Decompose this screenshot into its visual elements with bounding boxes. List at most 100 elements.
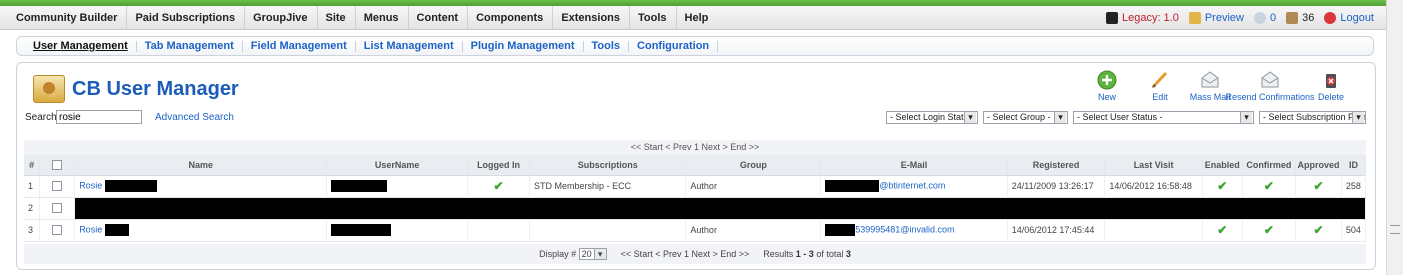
menu-components[interactable]: Components [468, 6, 554, 30]
row-enabled[interactable]: ✔ [1202, 175, 1243, 198]
users-count: 36 [1302, 12, 1315, 24]
row-checkbox[interactable] [52, 225, 63, 236]
redacted-block [331, 224, 392, 236]
row-last-visit: 14/06/2012 16:58:48 [1104, 175, 1203, 198]
submenu-configuration[interactable]: Configuration [629, 40, 719, 52]
row-checkbox[interactable] [52, 203, 63, 214]
submenu-plugin-management[interactable]: Plugin Management [463, 40, 584, 52]
check-icon: ✔ [493, 179, 504, 193]
results-of: of total [816, 249, 844, 259]
login-state-select[interactable]: - Select Login State - [886, 111, 978, 124]
search-label: Search: [25, 112, 60, 123]
messages-icon [1253, 12, 1266, 24]
menu-tools[interactable]: Tools [630, 6, 677, 30]
menu-extensions[interactable]: Extensions [553, 6, 630, 30]
row-enabled[interactable]: ✔ [1202, 219, 1243, 242]
legacy-link[interactable]: Legacy: 1.0 [1122, 12, 1179, 24]
subscription-plan-select[interactable]: - Select Subscription Plan - [1259, 111, 1366, 124]
check-icon: ✔ [1263, 223, 1274, 237]
edit-button-label: Edit [1152, 92, 1168, 102]
row-name-link[interactable]: Rosie [79, 180, 102, 190]
row-id: 258 [1341, 175, 1367, 198]
row-email-link[interactable]: 539995481@invalid.com [855, 224, 954, 234]
advanced-search-link[interactable]: Advanced Search [155, 112, 234, 123]
select-all-checkbox[interactable] [52, 160, 63, 171]
menu-menus[interactable]: Menus [356, 6, 409, 30]
users-table: # Name UserName Logged In Subscriptions … [24, 155, 1367, 242]
row-email-link[interactable]: @btinternet.com [879, 180, 945, 190]
row-registered: 24/11/2009 13:26:17 [1007, 175, 1106, 198]
mass-mail-icon [1201, 71, 1219, 88]
row-username-cell [326, 219, 469, 242]
group-select[interactable]: - Select Group - [983, 111, 1068, 124]
legacy-icon [1105, 12, 1118, 24]
col-approved[interactable]: Approved [1295, 155, 1342, 176]
submenu-tab-management[interactable]: Tab Management [137, 40, 243, 52]
col-enabled[interactable]: Enabled [1202, 155, 1243, 176]
submenu-user-management[interactable]: User Management [25, 40, 137, 52]
pager-bottom-nav[interactable]: << Start < Prev 1 Next > End >> [621, 249, 750, 259]
window-scrollbar[interactable] [1386, 0, 1403, 275]
col-subscriptions[interactable]: Subscriptions [529, 155, 687, 176]
row-checkbox-cell [39, 197, 76, 220]
menu-content[interactable]: Content [409, 6, 469, 30]
redacted-block [104, 224, 129, 236]
messages-count[interactable]: 0 [1270, 12, 1276, 24]
logout-link[interactable]: Logout [1340, 12, 1374, 24]
preview-icon [1188, 12, 1201, 24]
col-last-visit[interactable]: Last Visit [1104, 155, 1203, 176]
check-icon: ✔ [1217, 223, 1228, 237]
row-email-cell: 539995481@invalid.com [820, 219, 1008, 242]
menu-groupjive[interactable]: GroupJive [245, 6, 318, 30]
row-checkbox[interactable] [52, 181, 63, 192]
menu-community-builder[interactable]: Community Builder [8, 6, 128, 30]
submenu-field-management[interactable]: Field Management [243, 40, 356, 52]
logout-icon [1324, 12, 1337, 24]
row-approved[interactable]: ✔ [1295, 175, 1342, 198]
row-confirmed[interactable]: ✔ [1242, 175, 1297, 198]
submenu-list-management[interactable]: List Management [356, 40, 463, 52]
delete-button-label: Delete [1317, 92, 1344, 102]
results-summary: Results 1 - 3 of total 3 [763, 249, 851, 259]
submenu-tools[interactable]: Tools [584, 40, 630, 52]
col-registered[interactable]: Registered [1007, 155, 1106, 176]
user-status-select[interactable]: - Select User Status - [1073, 111, 1254, 124]
delete-button[interactable]: Delete [1296, 70, 1366, 102]
col-select-all [39, 155, 76, 176]
pager-top[interactable]: << Start < Prev 1 Next > End >> [24, 140, 1366, 155]
cb-submenu: User Management Tab Management Field Man… [16, 36, 1374, 56]
menu-site[interactable]: Site [318, 6, 356, 30]
col-name[interactable]: Name [74, 155, 328, 176]
row-approved[interactable]: ✔ [1295, 219, 1342, 242]
col-id[interactable]: ID [1341, 155, 1367, 176]
display-count-select[interactable]: 20 [578, 248, 607, 260]
row-registered: 14/06/2012 17:45:44 [1007, 219, 1106, 242]
col-logged-in[interactable]: Logged In [467, 155, 531, 176]
row-confirmed[interactable]: ✔ [1242, 219, 1297, 242]
col-confirmed[interactable]: Confirmed [1242, 155, 1297, 176]
row-subscriptions [529, 219, 687, 242]
row-name-link[interactable]: Rosie [79, 224, 102, 234]
row-logged-in [467, 219, 531, 242]
results-prefix: Results [763, 249, 794, 259]
preview-link[interactable]: Preview [1205, 12, 1244, 24]
col-username[interactable]: UserName [326, 155, 469, 176]
menu-help[interactable]: Help [677, 6, 718, 30]
row-checkbox-cell [39, 219, 76, 242]
table-row: 3 Rosie Author 539995481@invalid.com 14/… [24, 219, 1367, 242]
row-checkbox-cell [39, 175, 76, 198]
menu-paid-subscriptions[interactable]: Paid Subscriptions [127, 6, 246, 30]
redacted-block [825, 224, 856, 236]
status-area: Legacy: 1.0 Preview 0 36 Logout [1105, 6, 1380, 30]
row-num: 3 [24, 219, 41, 242]
scrollbar-grip[interactable] [1390, 225, 1400, 234]
table-header-row: # Name UserName Logged In Subscriptions … [24, 155, 1367, 176]
redacted-block [331, 180, 388, 192]
col-email[interactable]: E-Mail [820, 155, 1008, 176]
new-button-label: New [1097, 92, 1116, 102]
row-id: 504 [1341, 219, 1367, 242]
col-group[interactable]: Group [685, 155, 822, 176]
search-input[interactable] [56, 110, 142, 124]
row-num: 2 [24, 197, 41, 220]
new-icon [1097, 70, 1117, 90]
